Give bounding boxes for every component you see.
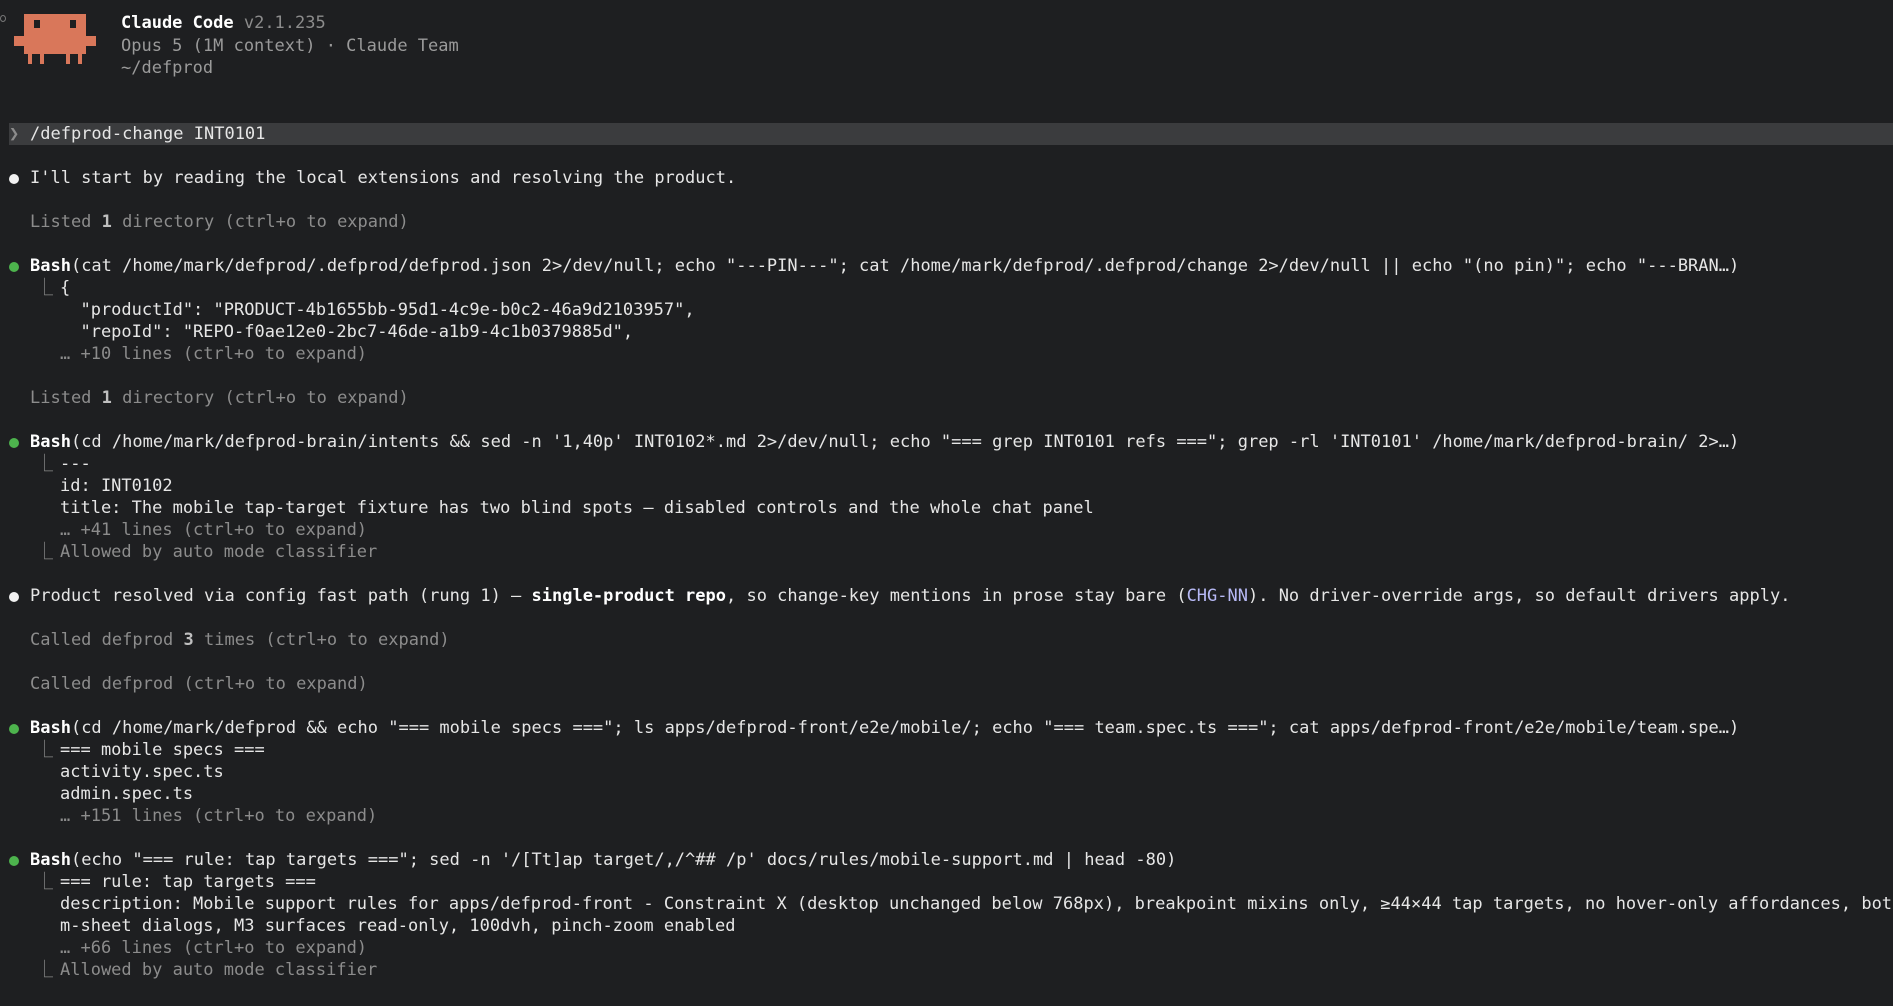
output-elbow-icon: ⎿ (36, 542, 53, 562)
bash-output-line: activity.spec.ts (60, 762, 224, 782)
assistant-message: Product resolved via config fast path (r… (30, 586, 1791, 606)
success-dot-icon (9, 856, 19, 866)
bash-call[interactable]: Bash(cd /home/mark/defprod && echo "=== … (30, 717, 1739, 739)
bash-output-line: { (60, 278, 71, 298)
prompt-chevron-icon: ❯ (9, 124, 20, 144)
bash-output-line: === mobile specs === (60, 740, 265, 760)
tool-summary[interactable]: Listed 1 directory (ctrl+o to expand) (30, 211, 409, 233)
bash-output-line: id: INT0102 (60, 476, 173, 496)
bash-output-line: --- (60, 454, 91, 474)
expand-more-link[interactable]: … +66 lines (ctrl+o to expand) (60, 937, 367, 959)
message-bullet-icon (9, 174, 19, 184)
success-dot-icon (9, 724, 19, 734)
expand-more-link[interactable]: … +151 lines (ctrl+o to expand) (60, 805, 377, 827)
success-dot-icon (9, 438, 19, 448)
user-prompt-bar (9, 123, 1893, 145)
tool-summary[interactable]: Called defprod (ctrl+o to expand) (30, 673, 368, 695)
bash-output-line: title: The mobile tap-target fixture has… (60, 498, 1094, 518)
output-elbow-icon: ⎿ (36, 872, 53, 892)
tool-summary[interactable]: Listed 1 directory (ctrl+o to expand) (30, 387, 409, 409)
output-elbow-icon: ⎿ (36, 960, 53, 980)
bash-output-line: "productId": "PRODUCT-4b1655bb-95d1-4c9e… (60, 300, 695, 320)
app-version: v2.1.235 (243, 13, 326, 33)
output-elbow-icon: ⎿ (36, 740, 53, 760)
terminal-window: Claude Code v2.1.235 Opus 5 (1M context)… (0, 0, 1893, 1006)
window-corner-icon (0, 15, 6, 22)
assistant-message: I'll start by reading the local extensio… (30, 168, 737, 188)
bash-call[interactable]: Bash(cd /home/mark/defprod-brain/intents… (30, 431, 1739, 453)
bash-output-line: === rule: tap targets === (60, 872, 316, 892)
bash-output-line: admin.spec.ts (60, 784, 194, 804)
app-name: Claude Code (121, 13, 234, 33)
app-title: Claude Code v2.1.235 (121, 12, 326, 34)
message-bullet-icon (9, 592, 19, 602)
permission-note: Allowed by auto mode classifier (60, 960, 378, 980)
output-elbow-icon: ⎿ (36, 454, 53, 474)
permission-note: Allowed by auto mode classifier (60, 542, 378, 562)
model-info: Opus 5 (1M context) · Claude Team (121, 36, 459, 56)
bash-call[interactable]: Bash(cat /home/mark/defprod/.defprod/def… (30, 255, 1739, 277)
change-key-link[interactable]: CHG-NN (1187, 586, 1248, 606)
claude-logo-icon (14, 14, 96, 64)
success-dot-icon (9, 262, 19, 272)
bash-output-line: m-sheet dialogs, M3 surfaces read-only, … (60, 916, 736, 936)
tool-summary[interactable]: Called defprod 3 times (ctrl+o to expand… (30, 629, 450, 651)
bash-call[interactable]: Bash(echo "=== rule: tap targets ==="; s… (30, 849, 1176, 871)
expand-more-link[interactable]: … +10 lines (ctrl+o to expand) (60, 343, 367, 365)
bash-output-line: "repoId": "REPO-f0ae12e0-2bc7-46de-a1b9-… (60, 322, 634, 342)
output-elbow-icon: ⎿ (36, 278, 53, 298)
bash-output-line: description: Mobile support rules for ap… (60, 894, 1893, 914)
expand-more-link[interactable]: … +41 lines (ctrl+o to expand) (60, 519, 367, 541)
user-prompt-text: /defprod-change INT0101 (30, 124, 266, 144)
working-directory: ~/defprod (121, 58, 214, 78)
